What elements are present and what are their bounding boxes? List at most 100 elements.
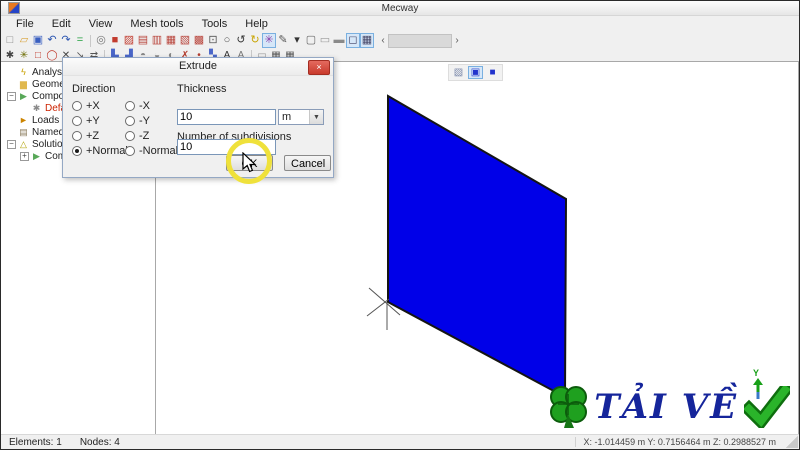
circle-element-icon[interactable]: ◯ (45, 50, 59, 62)
draw-element-icon[interactable]: ✎ (276, 33, 290, 48)
resize-grip[interactable] (786, 436, 798, 448)
folder-icon: ▆ (20, 78, 27, 89)
axis-label: Y (753, 368, 759, 378)
quad-element[interactable] (387, 94, 568, 399)
zoom-window-icon[interactable]: ⊡ (206, 33, 220, 48)
chevron-down-icon[interactable]: ▼ (309, 110, 323, 124)
radio-z-plus[interactable]: +Z (72, 130, 125, 142)
save-icon[interactable]: ▣ (31, 33, 45, 48)
app-logo-icon (8, 2, 20, 14)
scroll-right-icon[interactable]: › (452, 34, 462, 47)
extrude-dialog: Extrude × Direction +X -X +Y -Y +Z -Z +Normal -… (62, 57, 334, 178)
refine-node-icon[interactable]: ✳ (17, 50, 31, 62)
cube-top-icon[interactable]: ▤ (136, 33, 150, 48)
radio-dot-icon[interactable] (125, 145, 135, 156)
menu-mesh-tools[interactable]: Mesh tools (121, 17, 192, 31)
collapse-icon[interactable]: − (7, 91, 16, 101)
radio-dot-icon[interactable] (72, 115, 82, 126)
radio-y-plus[interactable]: +Y (72, 115, 125, 127)
menu-view[interactable]: View (80, 17, 122, 31)
components-icon: ▶ (20, 90, 27, 101)
dialog-body: Direction +X -X +Y -Y +Z -Z +Normal -Normal Thi… (63, 76, 333, 177)
menu-edit[interactable]: Edit (43, 17, 80, 31)
radio-label: +Y (86, 114, 100, 127)
title-bar: Mecway (1, 1, 799, 16)
radio-dot-icon[interactable] (125, 130, 135, 141)
radio-label: -X (139, 99, 150, 112)
close-icon[interactable]: × (308, 60, 330, 75)
undo-icon[interactable]: ↶ (45, 33, 59, 48)
mouse-cursor-icon (242, 152, 257, 173)
expand-icon[interactable]: + (20, 151, 29, 161)
cancel-button[interactable]: Cancel (284, 155, 331, 171)
open-folder-icon[interactable]: ▱ (17, 33, 31, 48)
cube-section-icon[interactable]: ▩ (192, 33, 206, 48)
component-icon: ▶ (33, 150, 40, 161)
red-square-icon[interactable]: □ (31, 50, 45, 62)
cursor-coordinates: X: -1.014459 m Y: 0.7156464 m Z: 0.29885… (574, 437, 776, 447)
loads-icon: ► (19, 115, 28, 125)
radio-dot-icon[interactable] (125, 115, 135, 126)
solid-shaded-icon[interactable]: ▬ (332, 33, 346, 48)
cube-side-icon[interactable]: ▦ (164, 33, 178, 48)
menu-help[interactable]: Help (236, 17, 277, 31)
watermark-text: TẢI VỀ (594, 387, 738, 427)
collapse-icon[interactable]: − (7, 139, 16, 149)
radio-label: +X (86, 99, 100, 112)
elements-count: Elements: 1 (9, 436, 62, 448)
cube-back-icon[interactable]: ▧ (178, 33, 192, 48)
radio-normal-plus[interactable]: +Normal (72, 144, 128, 157)
direction-label: Direction (72, 83, 116, 95)
rotate-left-icon[interactable]: ↺ (234, 33, 248, 48)
redo-icon[interactable]: ↷ (59, 33, 73, 48)
radio-label: -Z (139, 129, 150, 142)
checkmark-icon (744, 386, 790, 428)
solid-cube-icon[interactable]: ■ (108, 33, 122, 48)
mecway-window: Mecway File Edit View Mesh tools Tools Help □… (0, 0, 800, 450)
direction-radio-group: +X -X +Y -Y +Z -Z +Normal -Normal (72, 98, 191, 158)
scroll-thumb[interactable] (388, 33, 452, 48)
radio-dot-icon[interactable] (72, 100, 82, 111)
equals-icon[interactable]: = (73, 33, 87, 48)
node-select-icon[interactable]: ✳ (262, 33, 276, 48)
menu-tools[interactable]: Tools (193, 17, 237, 31)
thickness-label: Thickness (177, 83, 227, 95)
radio-dot-icon[interactable] (72, 145, 82, 156)
radio-dot-icon[interactable] (72, 130, 82, 141)
dialog-title: Extrude (179, 60, 217, 72)
scroll-left-icon[interactable]: ‹ (378, 34, 388, 47)
radio-x-plus[interactable]: +X (72, 100, 125, 112)
rotate-right-icon[interactable]: ↻ (248, 33, 262, 48)
solution-icon: △ (20, 138, 27, 149)
status-bar: Elements: 1 Nodes: 4 X: -1.014459 m Y: 0… (1, 434, 799, 449)
radio-dot-icon[interactable] (125, 100, 135, 111)
toolbar-separator (90, 34, 91, 47)
unit-dropdown[interactable]: m ▼ (278, 109, 324, 125)
zoom-icon[interactable]: ○ (220, 33, 234, 48)
named-selection-icon: ▤ (19, 126, 28, 137)
mesh-view-icon[interactable]: ▦ (360, 33, 374, 48)
thickness-input[interactable] (177, 109, 276, 125)
toolbar-scrollbar[interactable]: ‹ › (378, 33, 462, 48)
mesh-icon: ✱ (32, 102, 41, 113)
cube-front-icon[interactable]: ▥ (150, 33, 164, 48)
add-node-icon[interactable]: ✱ (3, 50, 17, 62)
cube-outline-icon[interactable]: ▨ (122, 33, 136, 48)
lightning-icon: ϟ (21, 67, 26, 77)
unit-value: m (282, 111, 292, 123)
new-file-icon[interactable]: □ (3, 33, 17, 48)
transform-icon[interactable]: ▢ (304, 33, 318, 48)
window-title: Mecway (381, 2, 419, 14)
radio-label: -Y (139, 114, 150, 127)
menu-file[interactable]: File (7, 17, 43, 31)
toolbar-row-1: □ ▱ ▣ ↶ ↷ = ◎ ■ ▨ ▤ ▥ ▦ ▧ ▩ ⊡ ○ ↺ ↻ ✳ ✎ ▾ ▢ ▭ ▬ ◻ ▦ ‹ › (1, 32, 799, 49)
tree-item-label: Named (32, 126, 65, 138)
flat-shaded-icon[interactable]: ▭ (318, 33, 332, 48)
radio-label: +Z (86, 129, 100, 142)
draw-dropdown-caret-icon[interactable]: ▾ (290, 33, 304, 48)
wireframe-sphere-icon[interactable]: ◎ (94, 33, 108, 48)
dialog-title-bar[interactable]: Extrude × (63, 58, 333, 76)
radio-label: +Normal (86, 144, 128, 157)
radio-label: -Normal (139, 144, 179, 157)
wireframe-view-icon[interactable]: ◻ (346, 33, 360, 48)
